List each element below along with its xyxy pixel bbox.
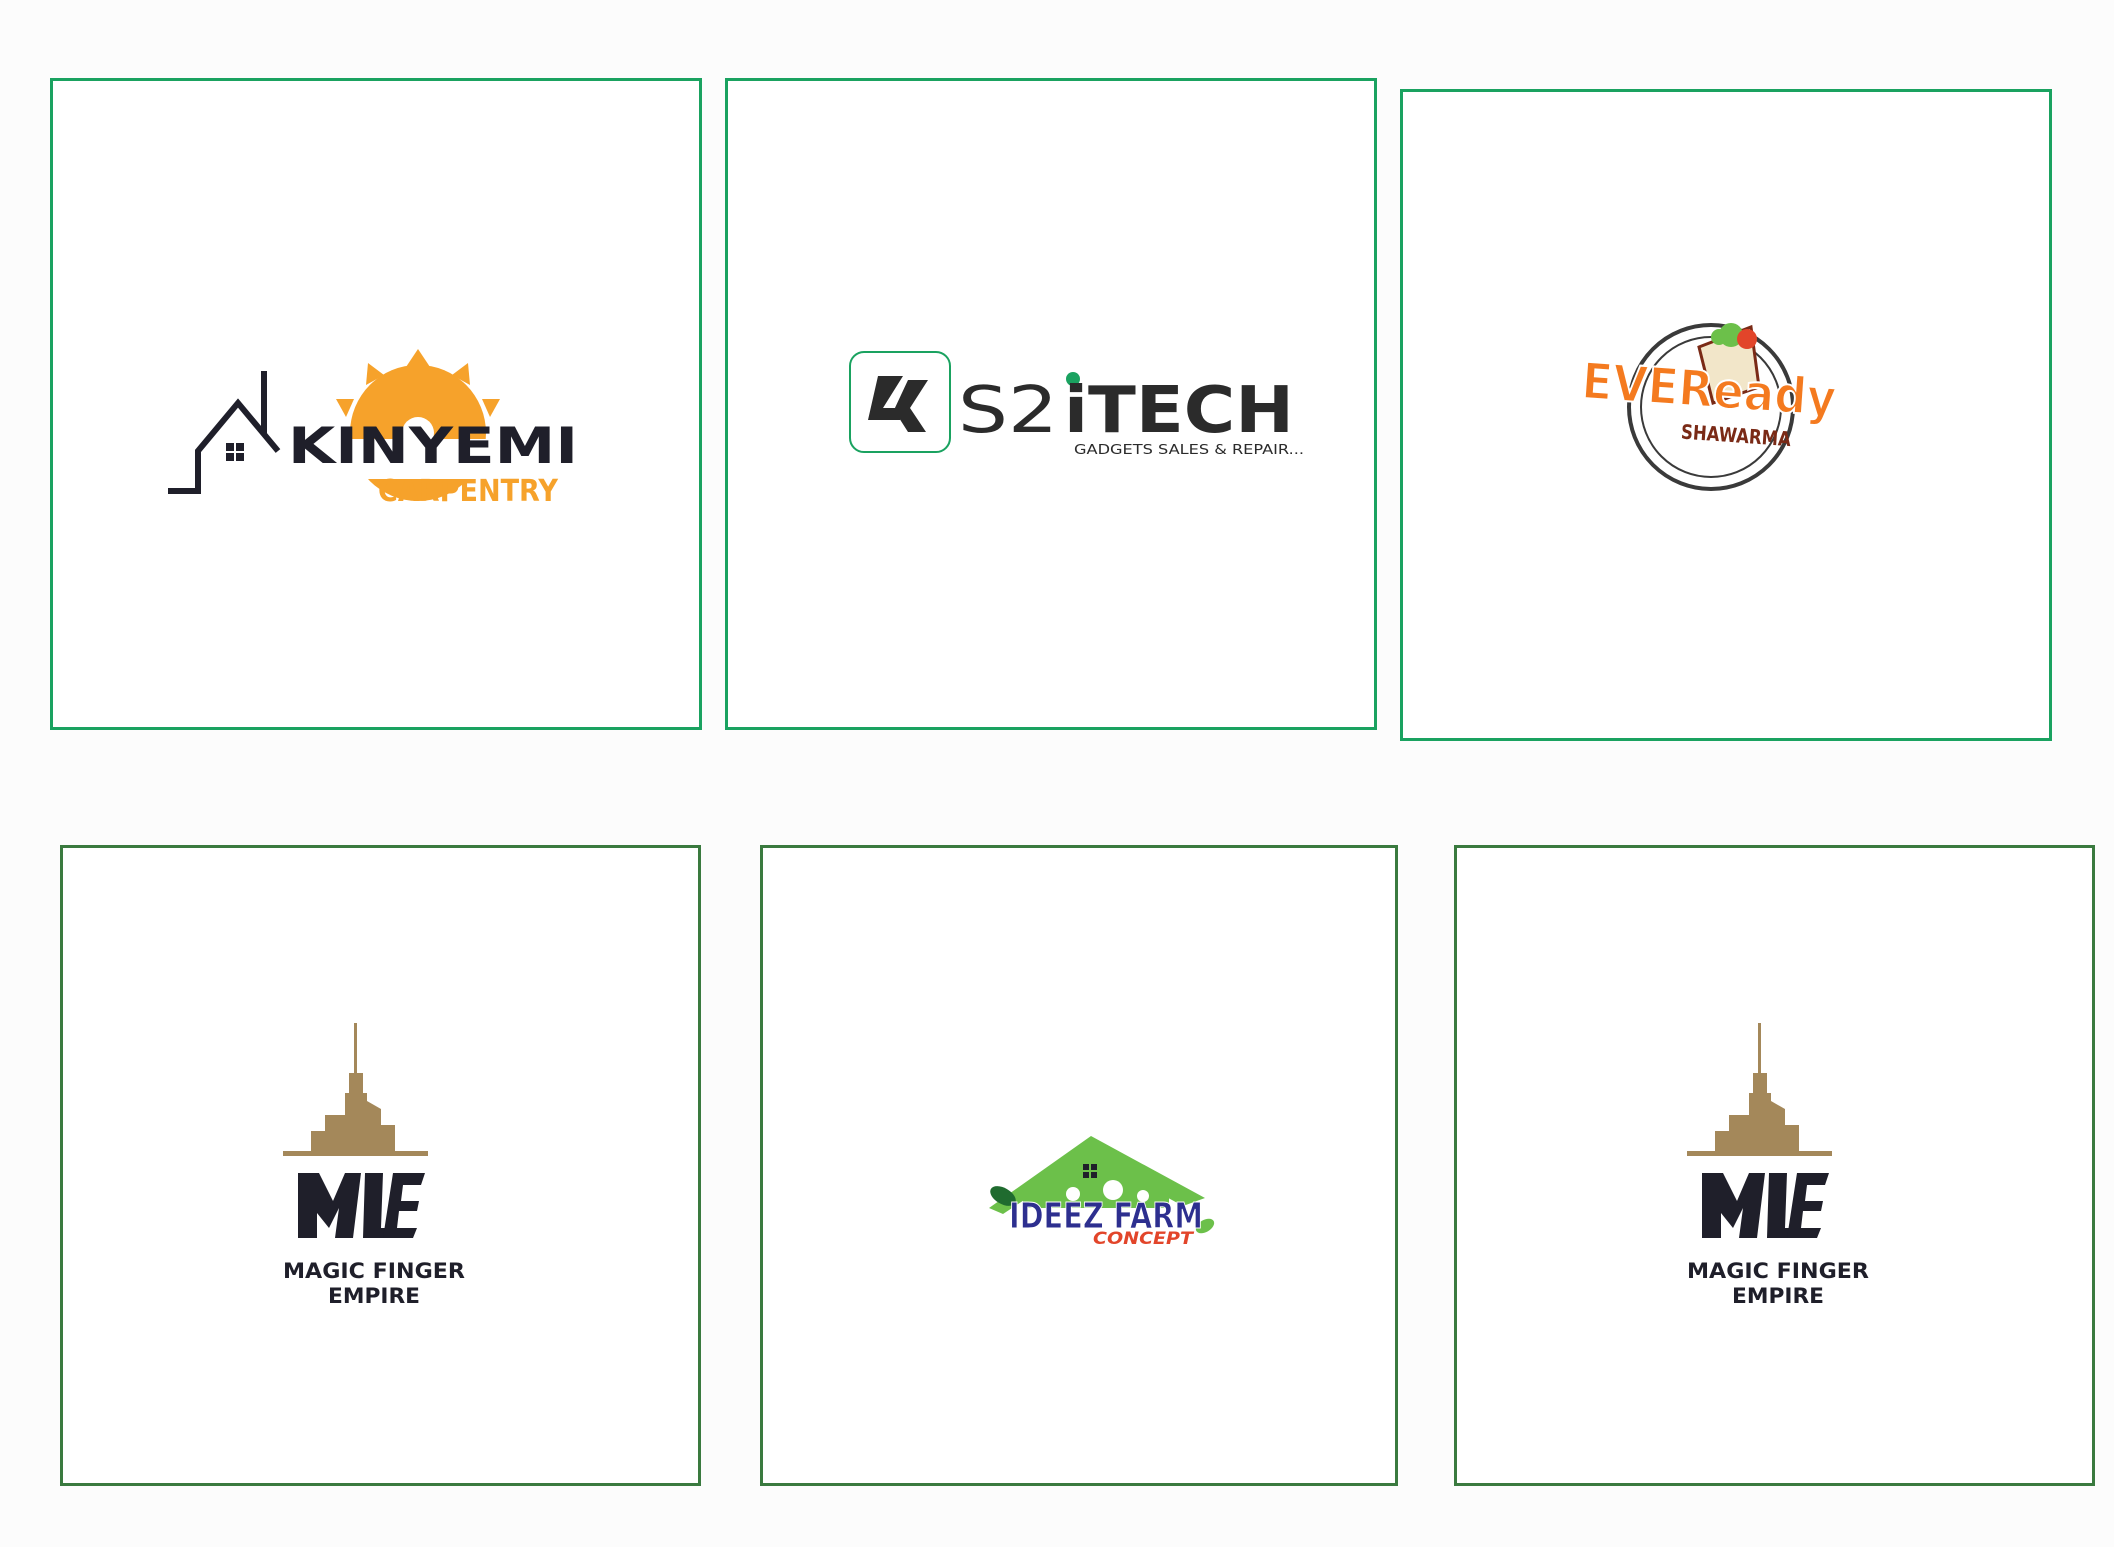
mfe-wordmark-line2: EMPIRE xyxy=(328,1284,420,1308)
akinyemi-carpentry-logo: KINYEMI CARPENTRY xyxy=(168,349,578,509)
concept-wordmark: CONCEPT xyxy=(1093,1229,1195,1248)
logo-card-mfe-right[interactable]: MAGIC FINGER EMPIRE xyxy=(1454,845,2095,1486)
house-outline-icon xyxy=(168,371,281,494)
ideez-farm-concept-logo: IDEEZ FARM CONCEPT xyxy=(989,1136,1215,1248)
eveready-wordmark: EVEReady xyxy=(1581,352,1838,428)
mfe-monogram-icon xyxy=(1702,1173,1829,1238)
logo-card-ideez[interactable]: IDEEZ FARM CONCEPT xyxy=(760,845,1398,1486)
logo-card-mfe-left[interactable]: MAGIC FINGER EMPIRE xyxy=(60,845,701,1486)
mfe-wordmark-line1: MAGIC FINGER xyxy=(283,1259,465,1283)
city-skyline-icon xyxy=(1687,1023,1832,1156)
window-icon xyxy=(226,443,244,461)
city-skyline-icon xyxy=(283,1023,428,1156)
mfe-wordmark-line2: EMPIRE xyxy=(1732,1284,1824,1308)
shawarma-wordmark: SHAWARMA xyxy=(1680,420,1792,452)
logo-card-s2itech[interactable]: S2 iTECH GADGETS SALES & REPAIR... xyxy=(725,78,1377,730)
eveready-shawarma-logo: EVEReady SHAWARMA xyxy=(1581,323,1839,491)
mfe-monogram-icon xyxy=(298,1173,425,1238)
magic-finger-empire-logo: MAGIC FINGER EMPIRE xyxy=(1687,1023,1869,1308)
logo-card-akinyemi[interactable]: KINYEMI CARPENTRY xyxy=(50,78,702,730)
s2-wordmark: S2 xyxy=(958,374,1058,448)
itech-wordmark: iTECH xyxy=(1064,374,1294,448)
logo-card-eveready[interactable]: EVEReady SHAWARMA xyxy=(1400,89,2052,741)
carpentry-wordmark: CARPENTRY xyxy=(378,474,559,509)
akinyemi-wordmark: KINYEMI xyxy=(288,417,578,475)
mfe-wordmark-line1: MAGIC FINGER xyxy=(1687,1259,1869,1283)
s2itech-logo: S2 iTECH GADGETS SALES & REPAIR... xyxy=(849,351,1304,458)
magic-finger-empire-logo: MAGIC FINGER EMPIRE xyxy=(283,1023,465,1308)
s2itech-tagline: GADGETS SALES & REPAIR... xyxy=(1074,443,1304,458)
